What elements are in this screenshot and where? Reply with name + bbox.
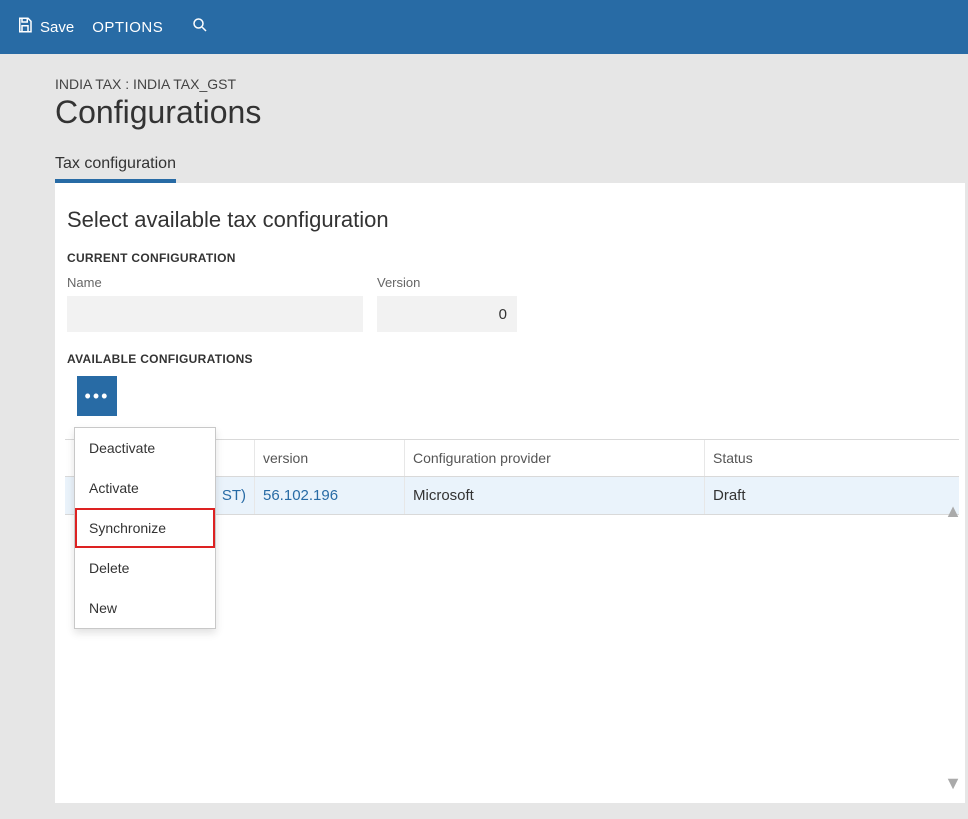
options-label: OPTIONS (92, 19, 163, 36)
section-title: Select available tax configuration (67, 207, 947, 233)
col-provider[interactable]: Configuration provider (405, 440, 705, 476)
more-actions-button[interactable]: ••• (77, 376, 117, 416)
options-menu[interactable]: OPTIONS (92, 19, 163, 36)
search-button[interactable] (191, 16, 209, 38)
menu-synchronize[interactable]: Synchronize (75, 508, 215, 548)
current-config-header: CURRENT CONFIGURATION (67, 251, 947, 265)
col-status[interactable]: Status (705, 440, 937, 476)
menu-activate[interactable]: Activate (75, 468, 215, 508)
tab-tax-configuration[interactable]: Tax configuration (55, 155, 176, 183)
name-label: Name (67, 275, 363, 290)
col-version[interactable]: version (255, 440, 405, 476)
page-title: Configurations (55, 94, 968, 131)
menu-delete[interactable]: Delete (75, 548, 215, 588)
page-header: INDIA TAX : INDIA TAX_GST Configurations (0, 54, 968, 131)
cell-provider: Microsoft (405, 477, 705, 514)
available-config-header: AVAILABLE CONFIGURATIONS (67, 352, 947, 366)
content-card: Select available tax configuration CURRE… (55, 183, 965, 803)
tabs: Tax configuration (0, 155, 968, 183)
save-icon (16, 16, 34, 38)
tab-label: Tax configuration (55, 155, 176, 172)
scroll-up-button[interactable]: ▲ (941, 501, 965, 525)
cell-status: Draft (705, 477, 937, 514)
context-menu: Deactivate Activate Synchronize Delete N… (74, 427, 216, 629)
search-icon (191, 16, 209, 38)
name-field[interactable] (67, 296, 363, 332)
save-label: Save (40, 19, 74, 36)
version-field[interactable] (377, 296, 517, 332)
scroll-down-button[interactable]: ▼ (941, 773, 965, 797)
breadcrumb: INDIA TAX : INDIA TAX_GST (55, 76, 968, 92)
version-label: Version (377, 275, 517, 290)
chevron-down-icon: ▼ (944, 773, 962, 793)
save-button[interactable]: Save (16, 16, 74, 38)
current-config-fields: Name Version (67, 275, 947, 332)
menu-new[interactable]: New (75, 588, 215, 628)
menu-deactivate[interactable]: Deactivate (75, 428, 215, 468)
cell-version[interactable]: 56.102.196 (255, 477, 405, 514)
command-bar: Save OPTIONS (0, 0, 968, 54)
chevron-up-icon: ▲ (944, 501, 962, 521)
